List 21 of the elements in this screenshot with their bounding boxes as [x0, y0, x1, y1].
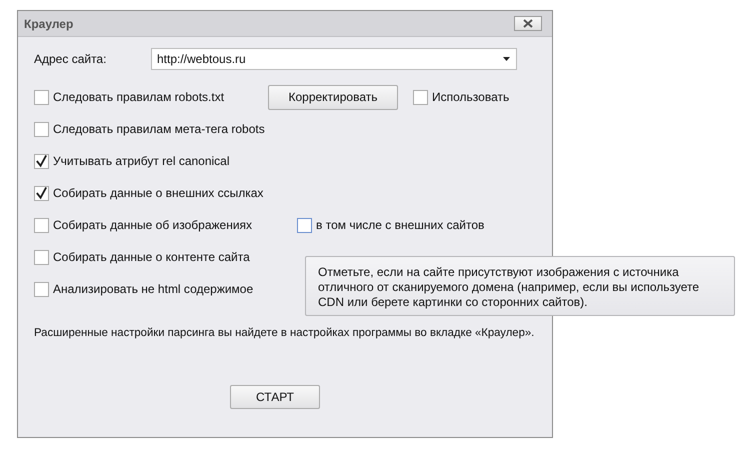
- option-checkbox[interactable]: Учитывать атрибут rel canonical: [34, 154, 230, 168]
- correct-button[interactable]: Корректировать: [268, 84, 398, 110]
- checkmark-icon: [35, 186, 48, 200]
- option-checkbox[interactable]: Использовать: [413, 90, 510, 104]
- dropdown-arrow-icon: [503, 57, 510, 61]
- tooltip: Отметьте, если на сайте присутствуют изображения с источника отличного от сканируемого домена (например, если вы используете CDN или берете картинки со сторонних сайтов).: [305, 256, 735, 316]
- address-label: Адрес сайта:: [34, 52, 108, 66]
- close-icon: [523, 19, 533, 28]
- option-checkbox[interactable]: Следовать правилам robots.txt: [34, 90, 224, 104]
- checkmark-icon: [35, 154, 48, 168]
- option-checkbox[interactable]: в том числе с внешних сайтов: [297, 218, 484, 232]
- option-checkbox[interactable]: Собирать данные о контенте сайта: [34, 250, 250, 264]
- option-checkbox[interactable]: Собирать данные об изображениях: [34, 218, 252, 232]
- option-checkbox[interactable]: Собирать данные о внешних ссылках: [34, 186, 264, 200]
- option-checkbox[interactable]: Следовать правилам мета-тега robots: [34, 122, 265, 136]
- address-combobox[interactable]: http://webtous.ru: [151, 48, 517, 70]
- window-title: Краулер: [24, 16, 74, 30]
- option-checkbox[interactable]: Анализировать не html содержимое: [34, 282, 254, 296]
- start-button[interactable]: СТАРТ: [230, 385, 320, 409]
- close-button[interactable]: [514, 16, 542, 31]
- settings-note: Расширенные настройки парсинга вы найдете в настройках программы во вкладке «Краулер».: [34, 327, 536, 339]
